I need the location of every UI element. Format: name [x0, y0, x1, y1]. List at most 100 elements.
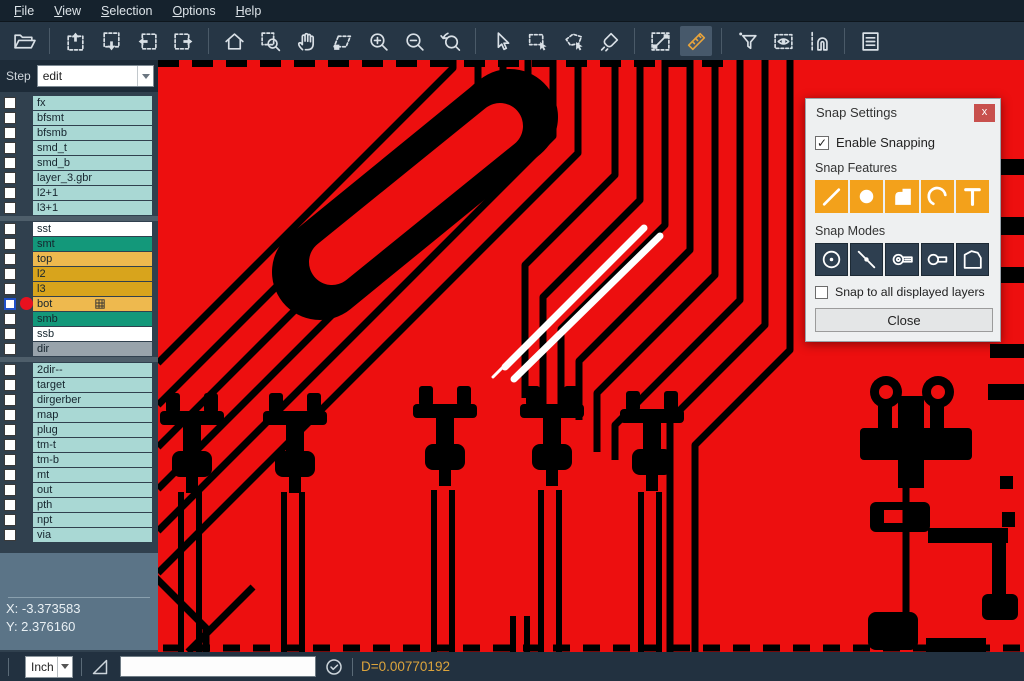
- layer-visibility-checkbox[interactable]: [4, 283, 16, 295]
- zoom-previous-button[interactable]: [434, 26, 466, 56]
- layer-row-via[interactable]: via: [0, 528, 158, 542]
- layer-row-pth[interactable]: pth: [0, 498, 158, 512]
- all-layers-checkbox[interactable]: [815, 286, 828, 299]
- layer-row-tm-b[interactable]: tm-b: [0, 453, 158, 467]
- snap-feature-line-button[interactable]: [815, 180, 848, 213]
- zoom-in-button[interactable]: [362, 26, 394, 56]
- close-icon[interactable]: x: [974, 104, 995, 122]
- menu-item-view[interactable]: View: [44, 1, 91, 21]
- layer-visibility-checkbox[interactable]: [4, 298, 16, 310]
- layer-visibility-checkbox[interactable]: [4, 97, 16, 109]
- layer-visibility-checkbox[interactable]: [4, 514, 16, 526]
- snap-mode-pad-slot-button[interactable]: [885, 243, 918, 276]
- layer-visibility-checkbox[interactable]: [4, 142, 16, 154]
- layer-row-layer_3.gbr[interactable]: layer_3.gbr: [0, 171, 158, 185]
- layer-row-bfsmt[interactable]: bfsmt: [0, 111, 158, 125]
- select-polygon-button[interactable]: [557, 26, 589, 56]
- layer-visibility-checkbox[interactable]: [4, 343, 16, 355]
- shift-view-down-button[interactable]: [95, 26, 127, 56]
- layer-visibility-checkbox[interactable]: [4, 439, 16, 451]
- layer-visibility-checkbox[interactable]: [4, 409, 16, 421]
- layer-visibility-checkbox[interactable]: [4, 157, 16, 169]
- step-select[interactable]: edit: [37, 65, 154, 87]
- command-input[interactable]: [120, 656, 316, 677]
- select-rect-button[interactable]: [521, 26, 553, 56]
- layer-row-smd_t[interactable]: smd_t: [0, 141, 158, 155]
- layer-row-smt[interactable]: smt: [0, 237, 158, 251]
- move-view-button[interactable]: [326, 26, 358, 56]
- layer-visibility-checkbox[interactable]: [4, 313, 16, 325]
- layer-visibility-checkbox[interactable]: [4, 364, 16, 376]
- menu-item-help[interactable]: Help: [226, 1, 272, 21]
- snap-feature-circle-button[interactable]: [850, 180, 883, 213]
- clean-brush-button[interactable]: [593, 26, 625, 56]
- layer-row-l2[interactable]: l2: [0, 267, 158, 281]
- snap-feature-text-button[interactable]: [956, 180, 989, 213]
- ruler-button[interactable]: [680, 26, 712, 56]
- layer-row-plug[interactable]: plug: [0, 423, 158, 437]
- layer-row-smd_b[interactable]: smd_b: [0, 156, 158, 170]
- shift-view-right-button[interactable]: [167, 26, 199, 56]
- open-folder-button[interactable]: [8, 26, 40, 56]
- dialog-title-bar[interactable]: Snap Settings x: [806, 99, 1000, 126]
- layer-row-dirgerber[interactable]: dirgerber: [0, 393, 158, 407]
- layer-visibility-checkbox[interactable]: [4, 127, 16, 139]
- apply-refresh-icon[interactable]: [324, 657, 344, 677]
- close-button[interactable]: Close: [815, 308, 993, 332]
- layer-row-bot[interactable]: bot: [0, 297, 158, 311]
- layer-row-out[interactable]: out: [0, 483, 158, 497]
- layer-visibility-checkbox[interactable]: [4, 469, 16, 481]
- layer-visibility-checkbox[interactable]: [4, 187, 16, 199]
- enable-snapping-checkbox[interactable]: ✓: [815, 136, 829, 150]
- layer-row-l3+1[interactable]: l3+1: [0, 201, 158, 215]
- view-options-button[interactable]: [767, 26, 799, 56]
- angle-measure-icon[interactable]: [90, 657, 110, 677]
- unit-select[interactable]: Inch: [25, 656, 73, 678]
- layer-row-top[interactable]: top: [0, 252, 158, 266]
- zoom-window-button[interactable]: [254, 26, 286, 56]
- layer-visibility-checkbox[interactable]: [4, 202, 16, 214]
- snap-feature-arc-button[interactable]: [921, 180, 954, 213]
- layer-visibility-checkbox[interactable]: [4, 172, 16, 184]
- layer-row-sst[interactable]: sst: [0, 222, 158, 236]
- layer-visibility-checkbox[interactable]: [4, 253, 16, 265]
- layer-row-smb[interactable]: smb: [0, 312, 158, 326]
- layer-row-l2+1[interactable]: l2+1: [0, 186, 158, 200]
- layer-row-fx[interactable]: fx: [0, 96, 158, 110]
- layer-visibility-checkbox[interactable]: [4, 424, 16, 436]
- layer-visibility-checkbox[interactable]: [4, 529, 16, 541]
- measure-line-button[interactable]: [644, 26, 676, 56]
- layer-row-dir[interactable]: dir: [0, 342, 158, 356]
- layer-row-ssb[interactable]: ssb: [0, 327, 158, 341]
- layer-visibility-checkbox[interactable]: [4, 499, 16, 511]
- layer-row-2dir--[interactable]: 2dir--: [0, 363, 158, 377]
- snap-mode-corner-button[interactable]: [956, 243, 989, 276]
- snap-magnet-button[interactable]: [803, 26, 835, 56]
- filter-button[interactable]: [731, 26, 763, 56]
- zoom-out-button[interactable]: [398, 26, 430, 56]
- layer-row-l3[interactable]: l3: [0, 282, 158, 296]
- layer-visibility-checkbox[interactable]: [4, 112, 16, 124]
- shift-view-left-button[interactable]: [131, 26, 163, 56]
- layer-visibility-checkbox[interactable]: [4, 454, 16, 466]
- layer-row-bfsmb[interactable]: bfsmb: [0, 126, 158, 140]
- layer-visibility-checkbox[interactable]: [4, 394, 16, 406]
- layer-visibility-checkbox[interactable]: [4, 238, 16, 250]
- layer-row-map[interactable]: map: [0, 408, 158, 422]
- snap-mode-midpoint-button[interactable]: [850, 243, 883, 276]
- layer-row-npt[interactable]: npt: [0, 513, 158, 527]
- menu-item-options[interactable]: Options: [162, 1, 225, 21]
- layer-visibility-checkbox[interactable]: [4, 484, 16, 496]
- pan-hand-button[interactable]: [290, 26, 322, 56]
- snap-mode-slot-button[interactable]: [921, 243, 954, 276]
- layer-row-mt[interactable]: mt: [0, 468, 158, 482]
- select-arrow-button[interactable]: [485, 26, 517, 56]
- layer-visibility-checkbox[interactable]: [4, 379, 16, 391]
- menu-item-selection[interactable]: Selection: [91, 1, 162, 21]
- home-button[interactable]: [218, 26, 250, 56]
- layer-visibility-checkbox[interactable]: [4, 223, 16, 235]
- menu-item-file[interactable]: File: [4, 1, 44, 21]
- snap-mode-center-button[interactable]: [815, 243, 848, 276]
- layer-row-target[interactable]: target: [0, 378, 158, 392]
- layer-row-tm-t[interactable]: tm-t: [0, 438, 158, 452]
